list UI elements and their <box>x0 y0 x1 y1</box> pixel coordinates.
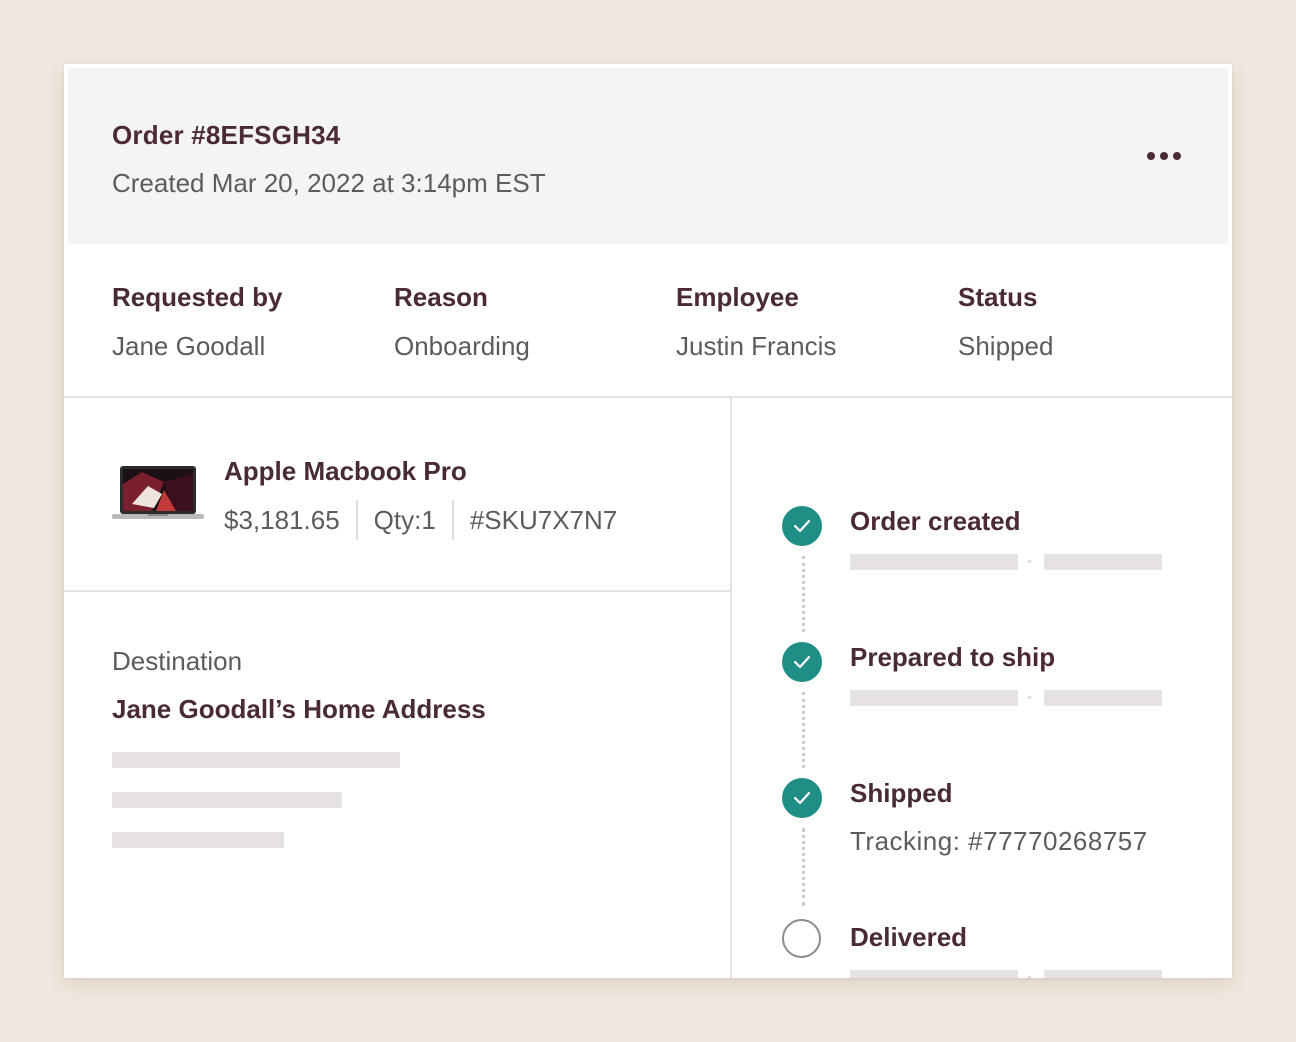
order-meta: Requested by Jane Goodall Reason Onboard… <box>64 244 1232 398</box>
more-options-button[interactable] <box>1140 142 1188 170</box>
product-qty: Qty:1 <box>373 504 436 535</box>
product-price: $3,181.65 <box>224 504 340 535</box>
meta-label: Reason <box>394 282 488 312</box>
product-sku: #SKU7X7N7 <box>469 504 618 535</box>
timeline-placeholder <box>850 970 1018 978</box>
timeline-step-title: Delivered <box>850 922 968 952</box>
product-details: $3,181.65 Qty:1 #SKU7X7N7 <box>224 500 617 540</box>
tracking-number[interactable]: Tracking: #77770268757 <box>850 826 1148 857</box>
timeline-connector <box>802 556 807 632</box>
destination-name: Jane Goodall’s Home Address <box>112 694 486 724</box>
empty-circle-icon <box>782 919 821 958</box>
order-card: Order #8EFSGH34 Created Mar 20, 2022 at … <box>64 64 1232 978</box>
divider <box>355 500 358 540</box>
check-circle-icon <box>782 506 822 546</box>
meta-label: Requested by <box>112 282 283 312</box>
timeline-connector <box>802 692 807 768</box>
check-circle-icon <box>782 642 822 682</box>
product-item[interactable]: Apple Macbook Pro $3,181.65 Qty:1 #SKU7X… <box>112 456 712 540</box>
address-line-placeholder <box>112 792 342 808</box>
timeline-step-title: Order created <box>850 506 1021 536</box>
meta-label: Status <box>958 282 1038 312</box>
meta-value: Justin Francis <box>676 331 837 361</box>
timeline-step-title: Prepared to ship <box>850 642 1056 672</box>
meta-status: Status Shipped <box>958 282 1053 362</box>
order-timeline: Order created Prepared to ship Shipped T… <box>730 398 1232 978</box>
timeline-placeholder <box>1044 970 1162 978</box>
address-line-placeholder <box>112 752 400 768</box>
meta-reason: Reason Onboarding <box>394 282 530 362</box>
meta-employee: Employee Justin Francis <box>676 282 836 362</box>
meta-value: Jane Goodall <box>112 331 266 361</box>
product-name: Apple Macbook Pro <box>224 456 467 486</box>
timeline-connector <box>802 828 807 906</box>
meta-label: Employee <box>676 282 799 312</box>
order-header: Order #8EFSGH34 Created Mar 20, 2022 at … <box>68 68 1228 244</box>
check-circle-icon <box>782 778 822 818</box>
meta-value: Onboarding <box>394 331 530 361</box>
destination-label: Destination <box>112 646 243 676</box>
timeline-placeholder <box>850 554 1018 570</box>
timeline-placeholder <box>850 690 1018 706</box>
divider <box>451 500 454 540</box>
section-divider <box>64 590 730 592</box>
meta-value: Shipped <box>958 331 1054 361</box>
timeline-placeholder <box>1044 554 1162 570</box>
timeline-placeholder <box>1044 690 1162 706</box>
order-created-date: Created Mar 20, 2022 at 3:14pm EST <box>112 168 546 198</box>
more-horizontal-icon <box>1147 152 1155 160</box>
laptop-icon <box>112 466 204 519</box>
timeline-step-title: Shipped <box>850 778 953 808</box>
address-line-placeholder <box>112 832 284 848</box>
order-title: Order #8EFSGH34 <box>112 120 341 150</box>
meta-requested-by: Requested by Jane Goodall <box>112 282 283 362</box>
